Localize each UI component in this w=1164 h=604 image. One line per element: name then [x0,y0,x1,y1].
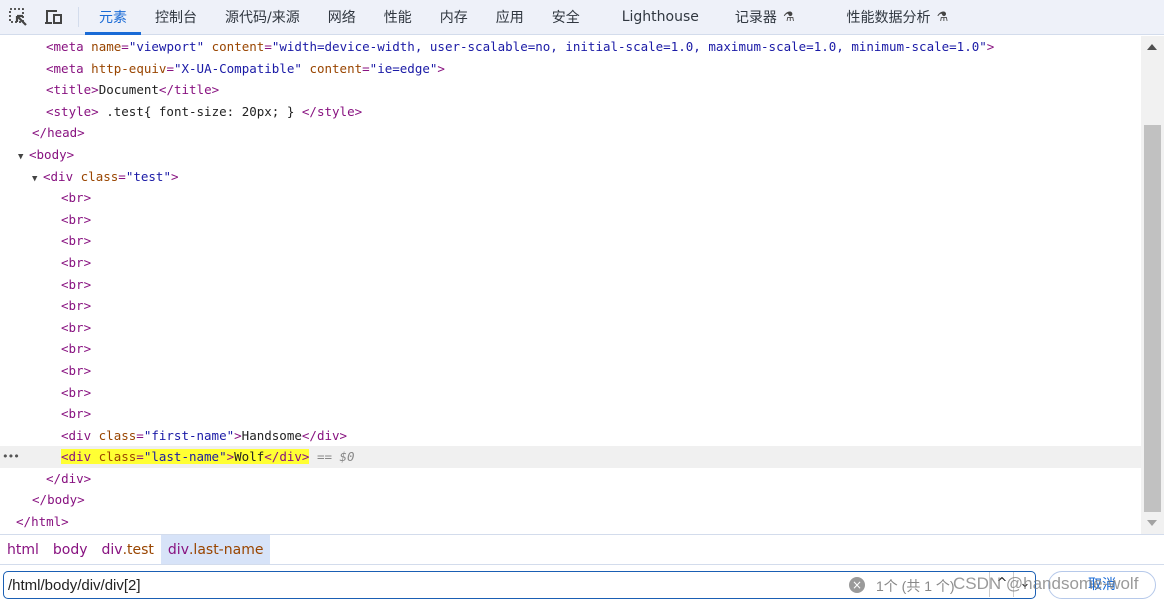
breadcrumb-div-last-name[interactable]: div .last-name [160,535,271,564]
tab-label: 性能数据分析 [846,10,931,26]
console-ref: == $0 [316,449,355,465]
br-list: <br> <br> <br> <br> <br> <br> <br> <br> <br> <br>… [0,187,1141,425]
device-toolbar-icon[interactable] [36,0,72,34]
dom-tree: <meta name="viewport" content="width=dev… [0,36,1141,534]
tree-node-first-name[interactable]: <div class="first-name">Handsome</div> [0,425,1141,447]
tree-node-meta-viewport[interactable]: <meta name="viewport" content="width=dev… [0,36,1141,58]
tag-text: <br> [61,211,92,227]
tab-label: 网络 [327,10,356,26]
tab-sources[interactable]: 源代码/来源 [211,0,314,34]
separator [989,572,990,597]
tag-text: <br> [61,362,92,378]
flask-icon: ⚗ [936,9,949,25]
search-highlight: <div class="last-name">Wolf</div> [61,449,310,465]
tab-label: 安全 [551,10,580,26]
tag-text: <br> [61,254,92,270]
tab-label: 控制台 [155,10,197,26]
tab-security[interactable]: 安全 [538,0,594,34]
tab-performance[interactable]: 性能 [370,0,426,34]
tree-node-body-close[interactable]: </body> [0,489,1141,511]
tree-node-meta-compat[interactable]: <meta http-equiv="X-UA-Compatible" conte… [0,58,1141,80]
tab-console[interactable]: 控制台 [141,0,211,34]
match-count: 1个 (共 1 个) [876,578,955,594]
tab-lighthouse[interactable]: Lighthouse [594,0,713,34]
breadcrumb-div-test[interactable]: div .test [95,535,161,564]
tree-node-br[interactable]: <br> [0,338,1141,360]
devtools-toolbar: 元素 控制台 源代码/来源 网络 性能 内存 应用 安全 Lighthouse … [0,0,1164,35]
tag-text: <br> [61,319,92,335]
tab-label: 内存 [439,10,468,26]
tag-text: <br> [61,190,92,206]
tag-text: <br> [61,298,92,314]
tree-node-br[interactable]: <br> [0,403,1141,425]
tab-elements[interactable]: 元素 [85,0,141,35]
search-bar: × 1个 (共 1 个) ^ ⌄ 取消 [0,564,1164,604]
tree-node-br[interactable]: <br> [0,360,1141,382]
tab-application[interactable]: 应用 [482,0,538,34]
tab-memory[interactable]: 内存 [426,0,482,34]
tab-label: 性能 [383,10,412,26]
search-input[interactable] [8,574,838,596]
tag-text: <br> [61,276,92,292]
tree-node-br[interactable]: <br> [0,252,1141,274]
tree-node-br[interactable]: <br> [0,317,1141,339]
tree-node-body[interactable]: ▼ <body> [0,144,1141,166]
toolbar-separator [78,7,79,27]
scroll-down-arrow-icon[interactable] [1147,520,1157,526]
tree-node-title[interactable]: <title>Document</title> [0,79,1141,101]
tab-label: 元素 [99,10,127,26]
tree-node-br[interactable]: <br> [0,274,1141,296]
tree-node-style[interactable]: <style> .test{ font-size: 20px; } </styl… [0,101,1141,123]
tab-label: Lighthouse [621,9,699,25]
tree-node-div-test[interactable]: ▼ <div class="test"> [0,166,1141,188]
tag-text: <br> [61,384,92,400]
tree-node-last-name-selected[interactable]: ••• <div class="last-name">Wolf</div> == … [0,446,1141,468]
tab-label: 记录器 [734,10,777,26]
tag-text: <br> [61,341,92,357]
previous-match-button[interactable]: ^ [991,573,1013,595]
flask-icon: ⚗ [782,9,795,25]
tab-label: 应用 [495,10,524,26]
inspect-element-icon[interactable] [0,0,36,34]
tab-label: 源代码/来源 [225,10,300,26]
tab-network[interactable]: 网络 [314,0,370,34]
breadcrumb: html body div .test div .last-name [0,534,1164,564]
tree-node-div-close[interactable]: </div> [0,468,1141,490]
tree-node-br[interactable]: <br> [0,295,1141,317]
search-box: × 1个 (共 1 个) ^ ⌄ [3,571,1036,599]
tab-performance-insights[interactable]: 性能数据分析 ⚗ [809,0,963,34]
tag-text: <br> [61,406,92,422]
breadcrumb-body[interactable]: body [46,535,95,564]
tree-node-br[interactable]: <br> [0,209,1141,231]
next-match-button[interactable]: ⌄ [1014,573,1036,595]
tree-node-head-close[interactable]: </head> [0,122,1141,144]
breadcrumb-html[interactable]: html [0,535,46,564]
clear-search-icon[interactable]: × [849,577,865,593]
tree-node-br[interactable]: <br> [0,230,1141,252]
tag-text: <br> [61,233,92,249]
tab-recorder[interactable]: 记录器 ⚗ [713,0,809,34]
scrollbar-thumb[interactable] [1144,125,1161,512]
cancel-button[interactable]: 取消 [1048,571,1156,599]
tree-node-html-close[interactable]: </html> [0,511,1141,533]
tree-node-br[interactable]: <br> [0,187,1141,209]
more-actions-icon[interactable]: ••• [2,446,20,468]
scroll-up-arrow-icon[interactable] [1147,44,1157,50]
vertical-scrollbar[interactable] [1141,36,1164,534]
tree-node-br[interactable]: <br> [0,382,1141,404]
